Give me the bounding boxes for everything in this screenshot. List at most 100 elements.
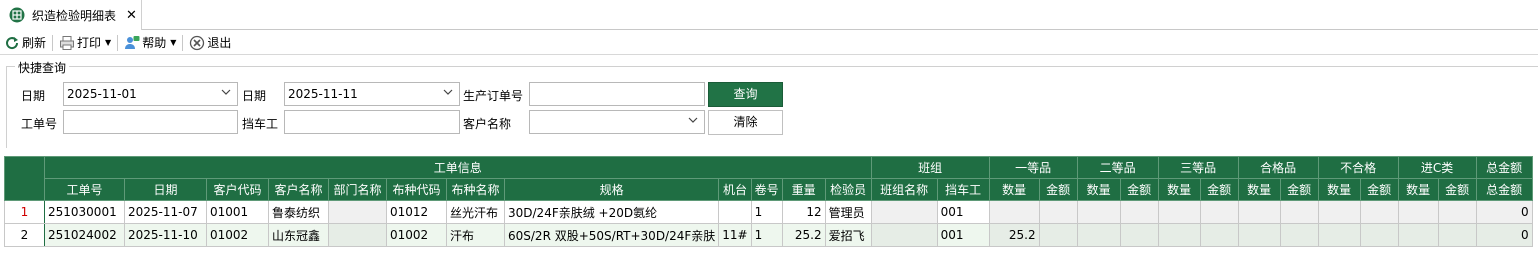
cell-customer-code[interactable]: 01002 (206, 223, 269, 247)
cell-total-amount[interactable]: 0 (1475, 200, 1533, 224)
table-row[interactable]: 2 251024002 2025-11-10 01002 山东冠鑫 01002 … (4, 223, 1533, 247)
cell-work-order[interactable]: 251030001 (44, 200, 125, 224)
cell-qualified-qty[interactable] (1237, 200, 1281, 224)
cell-third-amount[interactable] (1199, 200, 1239, 224)
tab-inspection-report[interactable]: 织造检验明细表 ✕ (0, 0, 142, 30)
column-header-roll[interactable]: 卷号 (750, 178, 783, 201)
column-header-machine[interactable]: 机台 (718, 178, 752, 201)
cell-total-amount[interactable]: 0 (1475, 223, 1533, 247)
cell-operator[interactable]: 001 (936, 223, 990, 247)
cell-fabric-code[interactable]: 01012 (386, 200, 447, 224)
cell-third-qty[interactable] (1157, 200, 1201, 224)
column-header-fabric-name[interactable]: 布种名称 (446, 178, 505, 201)
refresh-button[interactable]: 刷新 (0, 32, 50, 54)
cell-third-amount[interactable] (1199, 223, 1239, 247)
cell-first-amount[interactable] (1038, 223, 1078, 247)
cell-second-amount[interactable] (1119, 200, 1159, 224)
cell-roll[interactable]: 1 (750, 200, 783, 224)
print-button[interactable]: 打印 ▼ (55, 32, 115, 54)
cell-first-qty[interactable] (988, 200, 1040, 224)
column-header-first-qty[interactable]: 数量 (988, 178, 1040, 201)
column-header-date[interactable]: 日期 (124, 178, 207, 201)
chevron-down-icon[interactable] (221, 87, 231, 97)
column-header-fabric-code[interactable]: 布种代码 (386, 178, 447, 201)
column-header-customer-code[interactable]: 客户代码 (206, 178, 269, 201)
operator-input[interactable] (284, 110, 460, 134)
cell-unqualified-qty[interactable] (1317, 200, 1361, 224)
date-start-picker[interactable]: 2025-11-01 (63, 82, 238, 106)
cell-department[interactable] (328, 223, 387, 247)
cell-c-class-amount[interactable] (1437, 200, 1477, 224)
cell-customer-code[interactable]: 01001 (206, 200, 269, 224)
column-header-third-qty[interactable]: 数量 (1157, 178, 1201, 201)
cell-fabric-name[interactable]: 汗布 (446, 223, 505, 247)
cell-second-amount[interactable] (1119, 223, 1159, 247)
column-header-department[interactable]: 部门名称 (328, 178, 387, 201)
exit-button[interactable]: 退出 (185, 32, 235, 54)
column-header-qualified-amount[interactable]: 金额 (1279, 178, 1319, 201)
help-button[interactable]: 帮助 ▼ (120, 32, 180, 54)
column-header-third-amount[interactable]: 金额 (1199, 178, 1239, 201)
chevron-down-icon[interactable] (443, 87, 453, 97)
column-header-first-amount[interactable]: 金额 (1038, 178, 1078, 201)
cell-c-class-amount[interactable] (1437, 223, 1477, 247)
chevron-down-icon[interactable]: ▼ (105, 38, 111, 47)
cell-first-amount[interactable] (1038, 200, 1078, 224)
cell-shift-name[interactable] (870, 200, 938, 224)
cell-qualified-qty[interactable] (1237, 223, 1281, 247)
cell-first-qty[interactable]: 25.2 (988, 223, 1040, 247)
column-header-weight[interactable]: 重量 (781, 178, 826, 201)
cell-machine[interactable]: 11# (718, 223, 752, 247)
column-header-qualified-qty[interactable]: 数量 (1237, 178, 1281, 201)
column-header-c-class-qty[interactable]: 数量 (1397, 178, 1439, 201)
cell-unqualified-qty[interactable] (1317, 223, 1361, 247)
cell-fabric-name[interactable]: 丝光汗布 (446, 200, 505, 224)
row-number[interactable]: 1 (4, 200, 45, 224)
cell-weight[interactable]: 12 (781, 200, 826, 224)
cell-qualified-amount[interactable] (1279, 223, 1319, 247)
cell-customer-name[interactable]: 山东冠鑫 (268, 223, 329, 247)
cell-third-qty[interactable] (1157, 223, 1201, 247)
date-end-picker[interactable]: 2025-11-11 (284, 82, 460, 106)
column-header-second-qty[interactable]: 数量 (1076, 178, 1121, 201)
cell-weight[interactable]: 25.2 (781, 223, 826, 247)
cell-inspector[interactable]: 爱招飞 (824, 223, 872, 247)
cell-operator[interactable]: 001 (936, 200, 990, 224)
cell-shift-name[interactable] (870, 223, 938, 247)
column-header-customer-name[interactable]: 客户名称 (268, 178, 329, 201)
column-header-inspector[interactable]: 检验员 (824, 178, 872, 201)
cell-work-order[interactable]: 251024002 (44, 223, 125, 247)
column-header-second-amount[interactable]: 金额 (1119, 178, 1159, 201)
cell-second-qty[interactable] (1076, 200, 1121, 224)
column-header-unqualified-qty[interactable]: 数量 (1317, 178, 1361, 201)
column-header-unqualified-amount[interactable]: 金额 (1359, 178, 1399, 201)
work-order-input[interactable] (63, 110, 238, 134)
column-header-shift-name[interactable]: 班组名称 (870, 178, 938, 201)
cell-c-class-qty[interactable] (1397, 223, 1439, 247)
close-icon[interactable]: ✕ (126, 8, 137, 23)
column-header-operator[interactable]: 挡车工 (936, 178, 990, 201)
cell-spec[interactable]: 60S/2R 双股+50S/RT+30D/24F亲肤 (503, 223, 720, 247)
table-row[interactable]: 1 251030001 2025-11-07 01001 鲁泰纺织 01012 … (4, 200, 1533, 224)
query-button[interactable]: 查询 (708, 82, 783, 107)
cell-spec[interactable]: 30D/24F亲肤绒 +20D氨纶 (503, 200, 720, 224)
cell-fabric-code[interactable]: 01002 (386, 223, 447, 247)
production-order-input[interactable] (529, 82, 705, 106)
column-header-total-amount[interactable]: 总金额 (1475, 178, 1533, 201)
cell-roll[interactable]: 1 (750, 223, 783, 247)
customer-name-select[interactable] (529, 110, 705, 134)
column-header-spec[interactable]: 规格 (503, 178, 720, 201)
cell-department[interactable] (328, 200, 387, 224)
cell-second-qty[interactable] (1076, 223, 1121, 247)
column-header-work-order[interactable]: 工单号 (44, 178, 125, 201)
chevron-down-icon[interactable]: ▼ (170, 38, 176, 47)
cell-inspector[interactable]: 管理员 (824, 200, 872, 224)
cell-unqualified-amount[interactable] (1359, 223, 1399, 247)
cell-c-class-qty[interactable] (1397, 200, 1439, 224)
cell-date[interactable]: 2025-11-10 (124, 223, 207, 247)
cell-machine[interactable] (718, 200, 752, 224)
chevron-down-icon[interactable] (688, 115, 698, 125)
row-number[interactable]: 2 (4, 223, 45, 247)
cell-unqualified-amount[interactable] (1359, 200, 1399, 224)
cell-qualified-amount[interactable] (1279, 200, 1319, 224)
